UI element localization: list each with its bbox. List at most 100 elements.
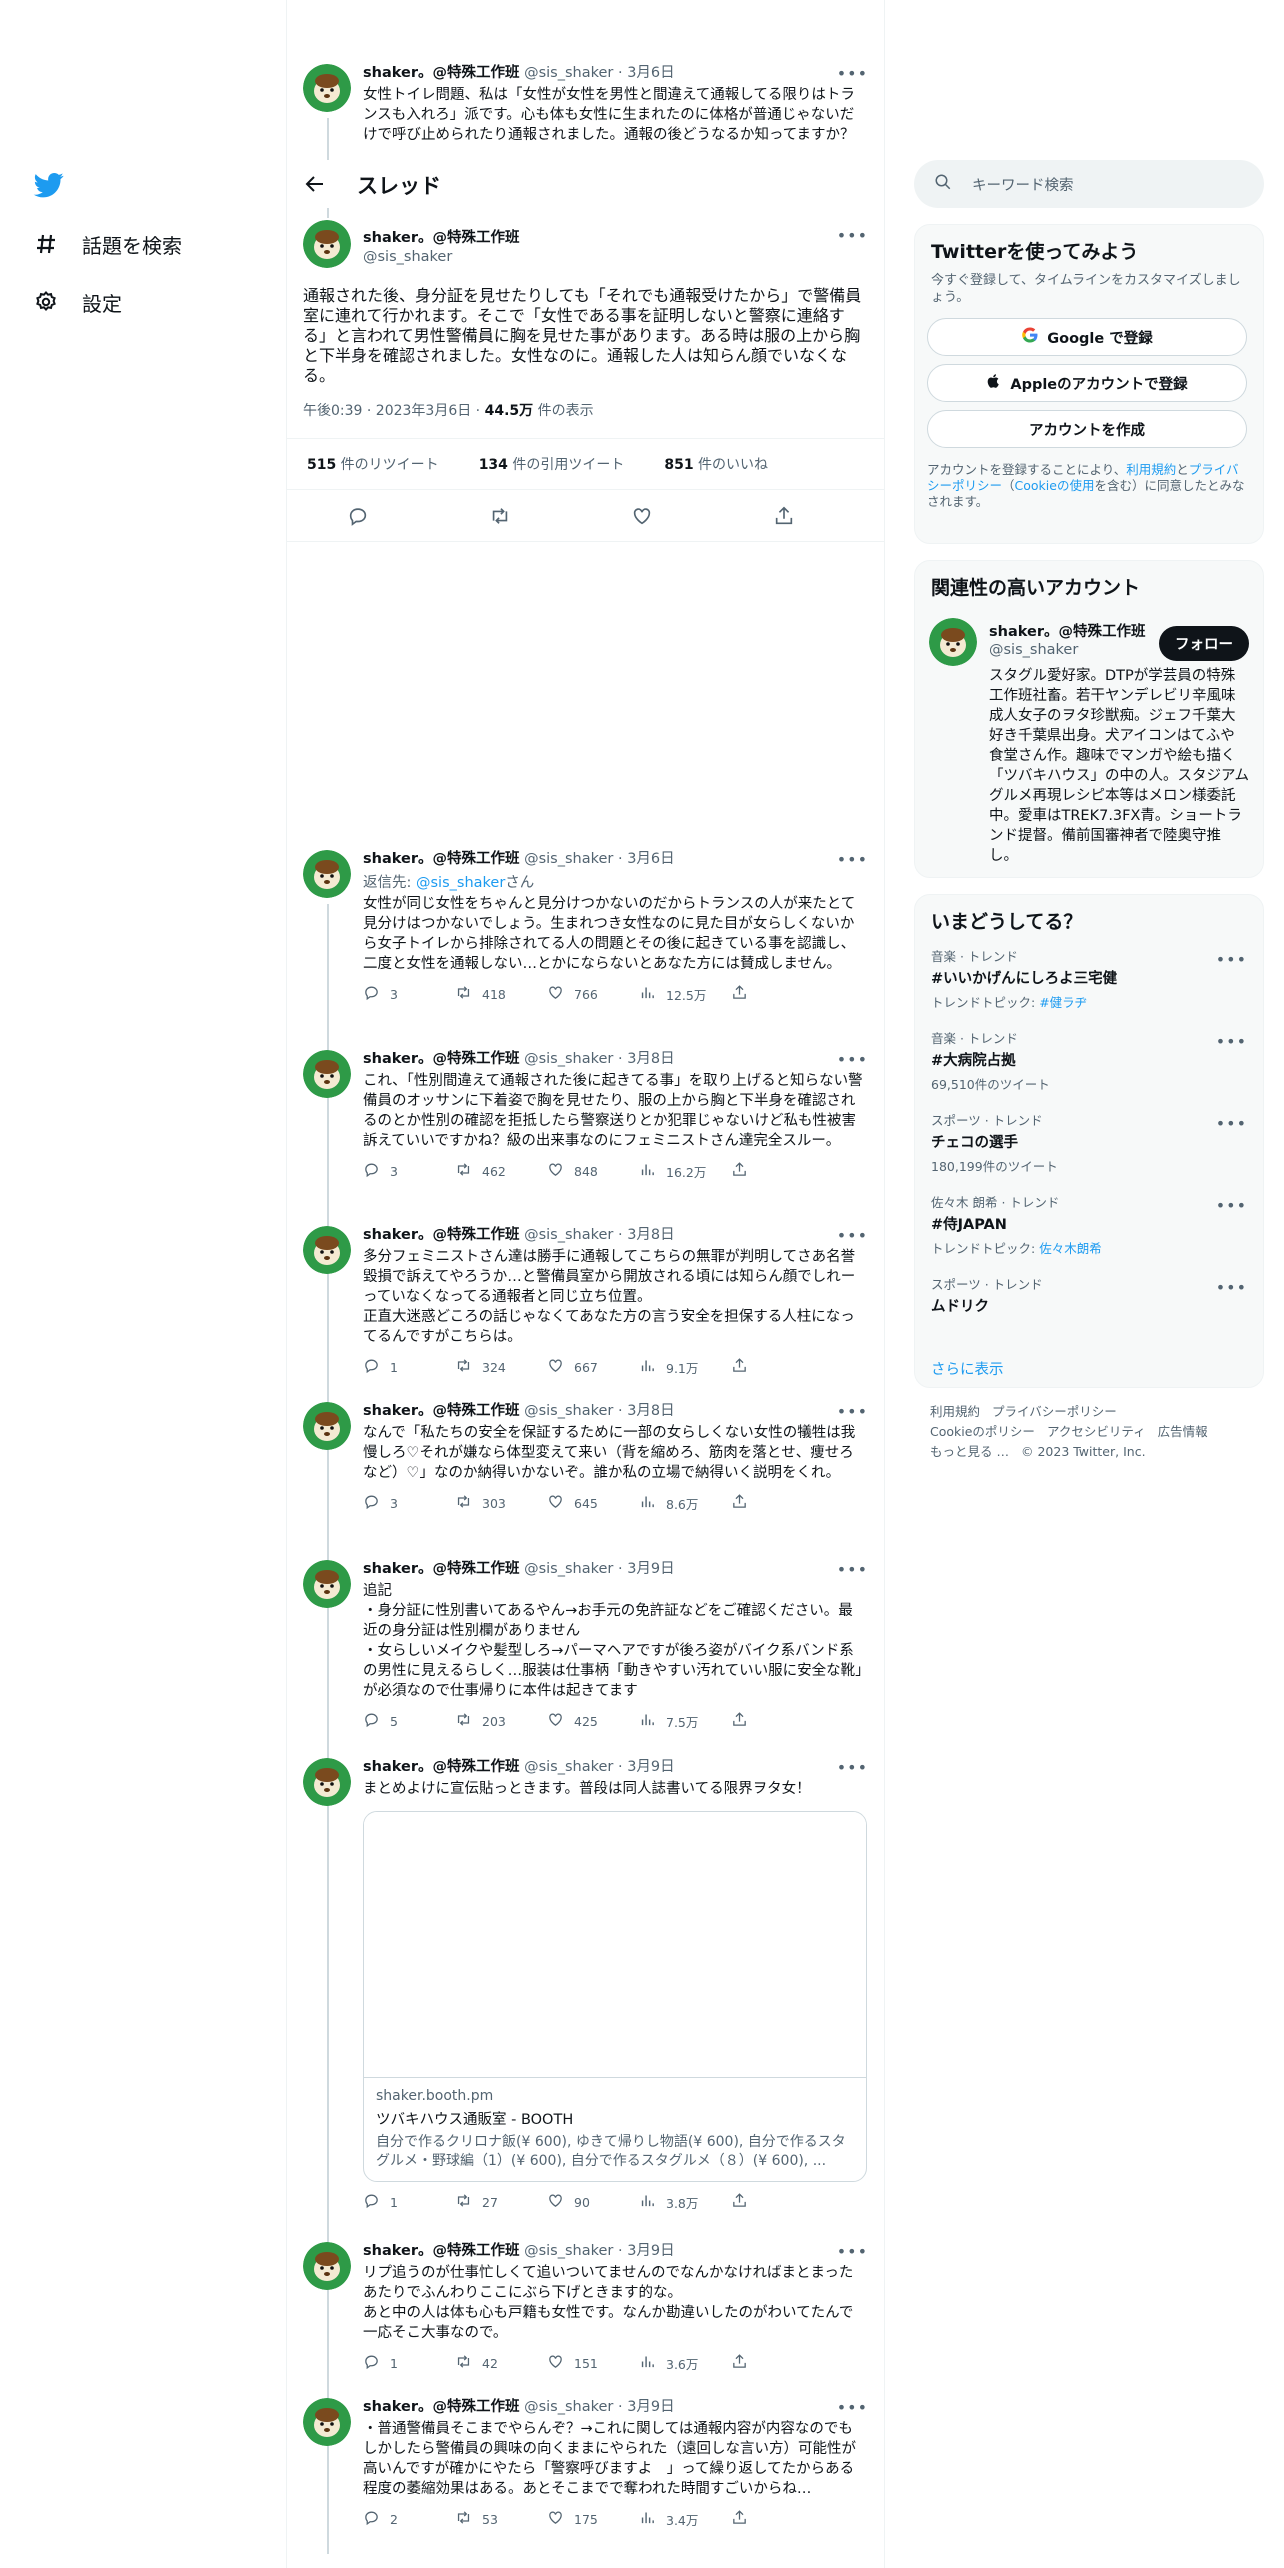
show-more-link[interactable]: さらに表示: [915, 1348, 1263, 1395]
reply-button[interactable]: 1: [363, 2353, 455, 2373]
like-stat[interactable]: 851 件のいいね: [664, 454, 788, 474]
avatar[interactable]: [303, 2398, 351, 2446]
author-name[interactable]: shaker。@特殊工作班: [363, 1403, 519, 1419]
author-handle[interactable]: @sis_shaker: [524, 1403, 613, 1419]
share-button[interactable]: [731, 2509, 823, 2529]
trend-item[interactable]: スポーツ · トレンド チェコの選手 180,199件のツイート •••: [915, 1102, 1263, 1184]
views-button[interactable]: 9.1万: [639, 1357, 731, 1377]
share-button[interactable]: [731, 1161, 823, 1181]
reply-button[interactable]: 3: [363, 1493, 455, 1513]
tweet-date[interactable]: 3月6日: [627, 65, 674, 81]
more-icon[interactable]: •••: [837, 2242, 868, 2261]
share-button[interactable]: [731, 1493, 823, 1513]
views-button[interactable]: 16.2万: [639, 1161, 731, 1181]
trend-item[interactable]: 音楽 · トレンド #大病院占拠 69,510件のツイート •••: [915, 1020, 1263, 1102]
views-button[interactable]: 3.6万: [639, 2353, 731, 2373]
share-button[interactable]: [731, 1711, 823, 1731]
footer-ads[interactable]: 広告情報: [1158, 1424, 1208, 1439]
trend-item[interactable]: 音楽 · トレンド #いいかげんにしろよ三宅健 トレンドトピック: #健ラヂ •••: [915, 938, 1263, 1020]
author-handle[interactable]: @sis_shaker: [363, 249, 519, 265]
avatar[interactable]: [303, 1560, 351, 1608]
views-button[interactable]: 7.5万: [639, 1711, 731, 1731]
reply-button[interactable]: 2: [363, 2509, 455, 2529]
reply-button[interactable]: 3: [363, 984, 455, 1004]
author-handle[interactable]: @sis_shaker: [524, 1561, 613, 1577]
like-button[interactable]: 667: [547, 1357, 639, 1377]
retweet-button[interactable]: 418: [455, 984, 547, 1004]
retweet-button[interactable]: 303: [455, 1493, 547, 1513]
share-button[interactable]: [731, 984, 823, 1004]
related-name[interactable]: shaker。@特殊工作班: [989, 620, 1145, 641]
more-icon[interactable]: •••: [837, 2398, 868, 2417]
trend-item[interactable]: スポーツ · トレンド ムドリク •••: [915, 1266, 1263, 1348]
reply-button[interactable]: 5: [363, 1711, 455, 1731]
reply-icon[interactable]: [287, 505, 429, 527]
more-icon[interactable]: •••: [837, 64, 868, 83]
avatar[interactable]: [303, 1758, 351, 1806]
create-account-button[interactable]: アカウントを作成: [927, 410, 1247, 448]
avatar[interactable]: [303, 64, 351, 112]
tweet-date[interactable]: 3月8日: [627, 1051, 674, 1067]
more-icon[interactable]: •••: [837, 1758, 868, 1777]
terms-link[interactable]: 利用規約: [1126, 462, 1176, 477]
cookie-link[interactable]: Cookieの使用: [1015, 478, 1095, 493]
retweet-button[interactable]: 42: [455, 2353, 547, 2373]
author-name[interactable]: shaker。@特殊工作班: [363, 1759, 519, 1775]
author-name[interactable]: shaker。@特殊工作班: [363, 2399, 519, 2415]
twitter-logo-icon[interactable]: [32, 170, 66, 200]
share-button[interactable]: [731, 2353, 823, 2373]
more-icon[interactable]: •••: [837, 1402, 868, 1421]
retweet-icon[interactable]: [429, 505, 571, 527]
tweet-date[interactable]: 3月9日: [627, 2399, 674, 2415]
author-handle[interactable]: @sis_shaker: [524, 1051, 613, 1067]
footer-accessibility[interactable]: アクセシビリティ: [1047, 1424, 1146, 1439]
like-button[interactable]: 90: [547, 2192, 639, 2212]
retweet-stat[interactable]: 515 件のリツイート: [307, 454, 459, 474]
retweet-button[interactable]: 462: [455, 1161, 547, 1181]
retweet-button[interactable]: 324: [455, 1357, 547, 1377]
views-button[interactable]: 3.4万: [639, 2509, 731, 2529]
tweet-date[interactable]: 3月8日: [627, 1227, 674, 1243]
more-icon[interactable]: •••: [1216, 1114, 1247, 1133]
avatar[interactable]: [303, 220, 351, 268]
google-signup-button[interactable]: Google で登録: [927, 318, 1247, 356]
follow-button[interactable]: フォロー: [1159, 626, 1249, 661]
tweet-date[interactable]: 3月9日: [627, 2243, 674, 2259]
author-handle[interactable]: @sis_shaker: [524, 2399, 613, 2415]
avatar[interactable]: [929, 618, 977, 666]
author-handle[interactable]: @sis_shaker: [524, 1227, 613, 1243]
author-handle[interactable]: @sis_shaker: [524, 851, 613, 867]
author-name[interactable]: shaker。@特殊工作班: [363, 1051, 519, 1067]
reply-to-link[interactable]: @sis_shaker: [416, 875, 505, 891]
author-handle[interactable]: @sis_shaker: [524, 2243, 613, 2259]
reply-button[interactable]: 1: [363, 2192, 455, 2212]
author-name[interactable]: shaker。@特殊工作班: [363, 1561, 519, 1577]
footer-more[interactable]: もっと見る …: [930, 1444, 1009, 1459]
more-icon[interactable]: •••: [1216, 1278, 1247, 1297]
views-button[interactable]: 3.8万: [639, 2192, 731, 2212]
share-button[interactable]: [731, 2192, 823, 2212]
footer-cookie[interactable]: Cookieのポリシー: [930, 1424, 1035, 1439]
author-name[interactable]: shaker。@特殊工作班: [363, 851, 519, 867]
reply-button[interactable]: 1: [363, 1357, 455, 1377]
share-icon[interactable]: [713, 505, 855, 527]
related-account[interactable]: shaker。@特殊工作班 @sis_shaker フォロー スタグル愛好家。D…: [915, 604, 1263, 864]
search-bar[interactable]: キーワード検索: [914, 160, 1264, 208]
retweet-button[interactable]: 53: [455, 2509, 547, 2529]
back-arrow-icon[interactable]: [303, 172, 327, 200]
more-icon[interactable]: •••: [1216, 1032, 1247, 1051]
more-icon[interactable]: •••: [1216, 1196, 1247, 1215]
trend-item[interactable]: 佐々木 朗希 · トレンド #侍JAPAN トレンドトピック: 佐々木朗希 •••: [915, 1184, 1263, 1266]
author-name[interactable]: shaker。@特殊工作班: [363, 1227, 519, 1243]
more-icon[interactable]: •••: [837, 226, 868, 245]
more-icon[interactable]: •••: [1216, 950, 1247, 969]
footer-privacy[interactable]: プライバシーポリシー: [992, 1404, 1117, 1419]
trend-topic-link[interactable]: 佐々木朗希: [1039, 1241, 1102, 1256]
author-handle[interactable]: @sis_shaker: [524, 1759, 613, 1775]
footer-terms[interactable]: 利用規約: [930, 1404, 980, 1419]
quote-stat[interactable]: 134 件の引用ツイート: [479, 454, 645, 474]
share-button[interactable]: [731, 1357, 823, 1377]
tweet-date[interactable]: 3月9日: [627, 1759, 674, 1775]
reply-button[interactable]: 3: [363, 1161, 455, 1181]
like-button[interactable]: 766: [547, 984, 639, 1004]
